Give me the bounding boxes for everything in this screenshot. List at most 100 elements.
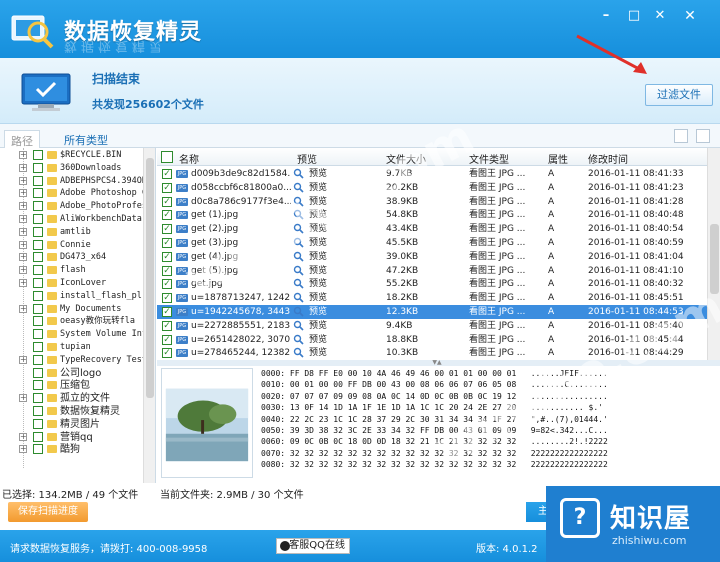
expand-toggle-icon[interactable]: +: [19, 176, 27, 185]
expand-toggle-icon[interactable]: +: [19, 445, 27, 454]
tree-item[interactable]: oeasy教你玩转fla: [0, 315, 150, 328]
tree-checkbox[interactable]: [33, 329, 43, 340]
filter-files-button[interactable]: 过滤文件: [645, 84, 713, 106]
tree-checkbox[interactable]: [33, 290, 43, 301]
tree-checkbox[interactable]: [33, 226, 43, 237]
qq-support-button[interactable]: 客服QQ在线: [276, 538, 350, 554]
close-button[interactable]: ✕: [651, 8, 669, 24]
expand-toggle-icon[interactable]: +: [19, 189, 27, 198]
row-checkbox[interactable]: ✓: [162, 279, 172, 290]
magnifier-icon[interactable]: [293, 278, 304, 289]
tree-checkbox[interactable]: [33, 316, 43, 327]
tree-item[interactable]: + AliWorkbenchData: [0, 213, 150, 226]
preview-link[interactable]: 预览: [309, 264, 349, 278]
expand-toggle-icon[interactable]: +: [19, 394, 27, 403]
tree-item[interactable]: + amtlib: [0, 226, 150, 239]
expand-toggle-icon[interactable]: +: [19, 151, 27, 159]
row-checkbox[interactable]: ✓: [162, 224, 172, 235]
magnifier-icon[interactable]: [293, 237, 304, 248]
magnifier-icon[interactable]: [293, 292, 304, 303]
window-close-x-button[interactable]: ✕: [681, 8, 699, 24]
grid-view-icon[interactable]: [674, 129, 688, 143]
tree-item[interactable]: 数据恢复精灵: [0, 405, 150, 418]
file-row[interactable]: ✓ JPG get (5).jpg 预览 47.2KB 看图王 JPG ... A 2016-…: [157, 264, 707, 278]
tree-item[interactable]: + flash: [0, 264, 150, 277]
tree-scrollbar-thumb[interactable]: [146, 158, 154, 398]
expand-toggle-icon[interactable]: +: [19, 202, 27, 211]
preview-link[interactable]: 预览: [309, 222, 349, 236]
tree-checkbox[interactable]: [33, 342, 43, 352]
tree-checkbox[interactable]: [33, 150, 43, 160]
file-row[interactable]: ✓ JPG get (3).jpg 预览 45.5KB 看图王 JPG ... A 2016-…: [157, 236, 707, 250]
tree-item[interactable]: + $RECYCLE.BIN: [0, 149, 150, 162]
file-row[interactable]: ✓ JPG u=2651428022, 3070... 预览 18.8KB 看图王 JPG…: [157, 333, 707, 347]
expand-toggle-icon[interactable]: +: [19, 266, 27, 275]
preview-link[interactable]: 预览: [309, 208, 349, 222]
list-view-icon[interactable]: [696, 129, 710, 143]
tree-checkbox[interactable]: [33, 175, 43, 186]
column-size[interactable]: 文件大小: [386, 151, 426, 166]
row-checkbox[interactable]: ✓: [162, 182, 172, 193]
tree-checkbox[interactable]: [33, 418, 43, 429]
preview-link[interactable]: 预览: [309, 236, 349, 250]
save-scan-progress-button[interactable]: 保存扫描进度: [8, 502, 88, 522]
tree-item[interactable]: 压缩包: [0, 379, 150, 392]
magnifier-icon[interactable]: [293, 306, 304, 317]
magnifier-icon[interactable]: [293, 265, 304, 276]
preview-link[interactable]: 预览: [309, 195, 349, 209]
tree-checkbox[interactable]: [33, 406, 43, 416]
magnifier-icon[interactable]: [293, 334, 304, 345]
tree-item[interactable]: + Adobe_PhotoProfes: [0, 200, 150, 213]
tree-item[interactable]: 公司logo: [0, 367, 150, 380]
tree-checkbox[interactable]: [33, 354, 43, 365]
file-row[interactable]: ✓ JPG d058ccbf6c81800a0... 预览 20.2KB 看图王 JPG …: [157, 181, 707, 195]
tree-item[interactable]: + IconLover: [0, 277, 150, 290]
expand-toggle-icon[interactable]: +: [19, 279, 27, 287]
splitter-grip[interactable]: ▼▲: [422, 360, 452, 366]
tree-checkbox[interactable]: [33, 278, 43, 288]
preview-link[interactable]: 预览: [309, 250, 349, 264]
expand-toggle-icon[interactable]: +: [19, 240, 27, 249]
file-row[interactable]: ✓ JPG get (2).jpg 预览 43.4KB 看图王 JPG ... A 2016-…: [157, 222, 707, 236]
expand-toggle-icon[interactable]: +: [19, 215, 27, 223]
tree-item[interactable]: + 酷狗: [0, 443, 150, 456]
expand-toggle-icon[interactable]: +: [19, 355, 27, 364]
file-row[interactable]: ✓ JPG get (4).jpg 预览 39.0KB 看图王 JPG ... A 2016-…: [157, 250, 707, 264]
column-name[interactable]: 名称: [179, 151, 199, 166]
tree-checkbox[interactable]: [33, 201, 43, 212]
column-preview[interactable]: 预览: [297, 151, 317, 166]
magnifier-icon[interactable]: [293, 251, 304, 262]
file-row[interactable]: ✓ JPG u=1878713247, 1242... 预览 18.2KB 看图王 JPG…: [157, 291, 707, 305]
magnifier-icon[interactable]: [293, 196, 304, 207]
list-scrollbar-thumb[interactable]: [710, 224, 719, 294]
file-row[interactable]: ✓ JPG get (1).jpg 预览 54.8KB 看图王 JPG ... A 2016-…: [157, 208, 707, 222]
tree-item[interactable]: + Adobe Photoshop C: [0, 187, 150, 200]
tree-checkbox[interactable]: [33, 239, 43, 250]
magnifier-icon[interactable]: [293, 223, 304, 234]
tree-item[interactable]: + 孤立的文件: [0, 392, 150, 405]
magnifier-icon[interactable]: [293, 347, 304, 358]
row-checkbox[interactable]: ✓: [162, 307, 172, 317]
tree-checkbox[interactable]: [33, 162, 43, 173]
tree-scrollbar[interactable]: [143, 148, 155, 483]
tree-item[interactable]: + Connie: [0, 239, 150, 252]
tree-checkbox[interactable]: [33, 380, 43, 391]
preview-link[interactable]: 预览: [309, 167, 349, 181]
maximize-button[interactable]: □: [625, 8, 643, 24]
tree-checkbox[interactable]: [33, 303, 43, 314]
row-checkbox[interactable]: ✓: [162, 169, 172, 179]
expand-toggle-icon[interactable]: +: [19, 227, 27, 236]
preview-link[interactable]: 预览: [309, 346, 349, 360]
preview-link[interactable]: 预览: [309, 291, 349, 305]
tree-checkbox[interactable]: [33, 393, 43, 404]
preview-link[interactable]: 预览: [309, 181, 349, 195]
tree-checkbox[interactable]: [33, 214, 43, 224]
row-checkbox[interactable]: ✓: [162, 251, 172, 262]
file-row[interactable]: ✓ JPG u=278465244, 12382... 预览 10.3KB 看图王 JPG…: [157, 346, 707, 360]
file-row[interactable]: ✓ JPG u=2272885551, 2183... 预览 9.4KB 看图王 JPG …: [157, 319, 707, 333]
row-checkbox[interactable]: ✓: [162, 320, 172, 331]
list-scrollbar[interactable]: [707, 148, 720, 360]
select-all-checkbox[interactable]: [161, 151, 173, 163]
column-type[interactable]: 文件类型: [469, 151, 509, 166]
preview-link[interactable]: 预览: [309, 333, 349, 347]
